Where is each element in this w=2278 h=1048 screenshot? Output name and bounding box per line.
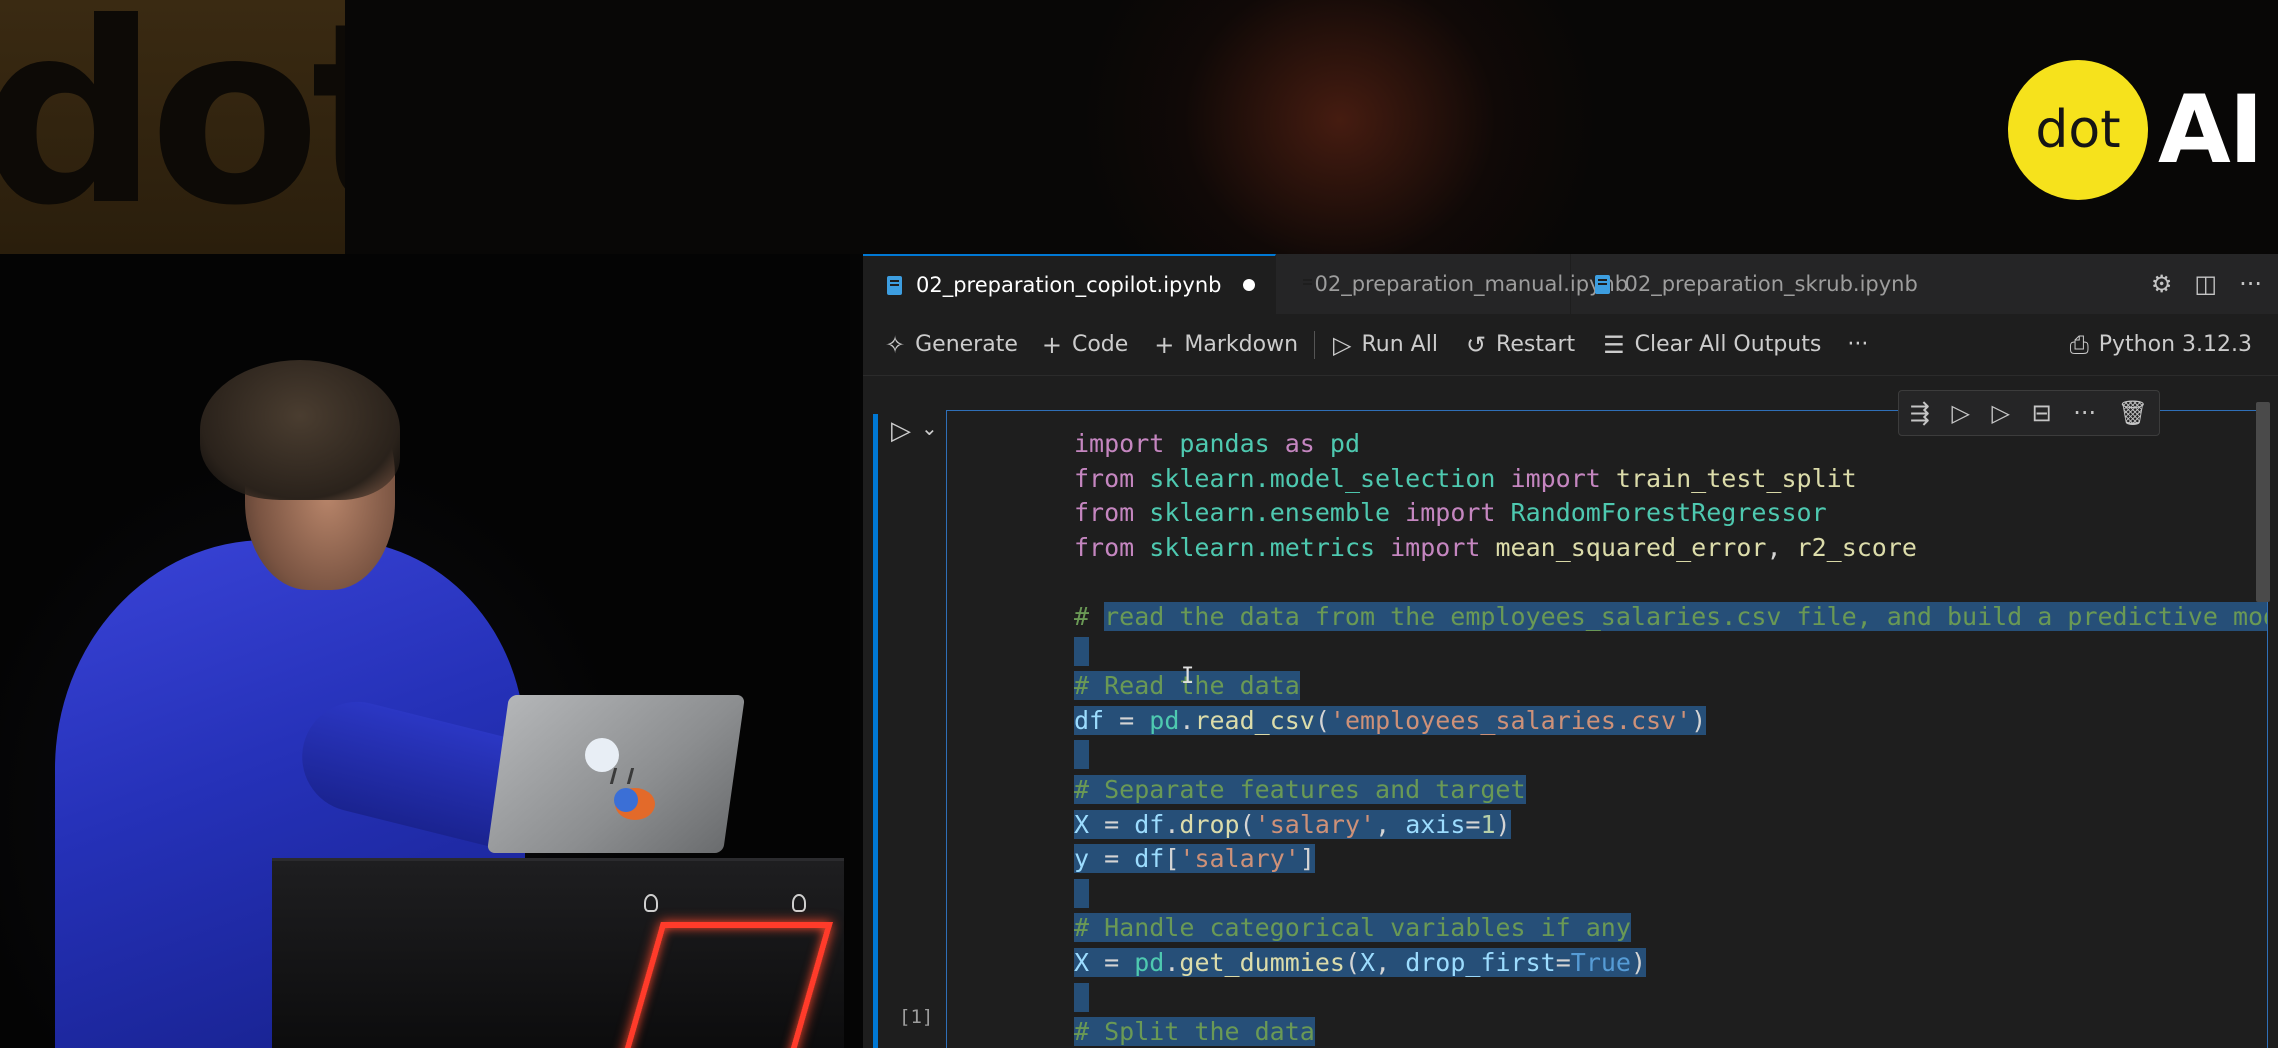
- kernel-label: Python 3.12.3: [2098, 332, 2252, 357]
- editor-scrollbar[interactable]: [2256, 402, 2270, 602]
- code-line: # Read the data: [1074, 671, 1300, 701]
- restart-icon: ↺: [1465, 330, 1487, 359]
- laptop-sticker: [585, 738, 619, 772]
- sparkle-icon: ✧: [885, 330, 906, 359]
- code-line: from sklearn.metrics import mean_squared…: [1074, 532, 1917, 562]
- tab-label: 02_preparation_skrub.ipynb: [1624, 272, 1918, 296]
- code-line: # read the data from the employees_salar…: [947, 600, 2267, 635]
- tab-label: 02_preparation_copilot.ipynb: [916, 273, 1222, 297]
- generate-label: Generate: [915, 332, 1018, 357]
- unsaved-dot-icon[interactable]: [1243, 279, 1256, 291]
- run-above-icon[interactable]: ▷: [1951, 399, 1969, 427]
- execute-above-icon[interactable]: ⇶: [1910, 399, 1930, 427]
- cell-more-icon[interactable]: ···: [2073, 399, 2096, 427]
- cell-focus-bar: [873, 414, 878, 1048]
- gear-icon[interactable]: ⚙: [2151, 270, 2173, 298]
- notebook-file-icon: [887, 275, 902, 295]
- code-line: # Separate features and target: [1074, 774, 1526, 804]
- clear-all-outputs-button[interactable]: ☰ Clear All Outputs: [1603, 314, 1821, 376]
- dot-ai-logo: dot AI: [2008, 60, 2264, 200]
- notebook-file-icon: [1595, 274, 1611, 294]
- kernel-picker[interactable]: ⎙ Python 3.12.3: [2070, 314, 2278, 376]
- laptop-sticker: [614, 788, 638, 812]
- tab-02-preparation-manual[interactable]: 02_preparation_manual.ipynb: [1276, 254, 1628, 314]
- code-line: from sklearn.ensemble import RandomFores…: [1074, 498, 1827, 528]
- restart-label: Restart: [1496, 332, 1576, 357]
- run-all-label: Run All: [1361, 332, 1438, 357]
- code-editor[interactable]: import pandas as pd from sklearn.model_s…: [947, 427, 2267, 1048]
- code-line: [947, 635, 2267, 670]
- restart-button[interactable]: ↺ Restart: [1466, 314, 1575, 376]
- delete-cell-icon[interactable]: 🗑: [2118, 399, 2148, 427]
- laptop-logo: [609, 768, 635, 784]
- markdown-label: Markdown: [1184, 332, 1299, 357]
- code-line: [947, 877, 2267, 912]
- code-line: from sklearn.model_selection import trai…: [1074, 463, 1857, 493]
- editor-actions: ⚙ ◫ ···: [2151, 254, 2278, 314]
- code-line: X = df.drop('salary', axis=1): [1074, 809, 1511, 839]
- add-code-cell-button[interactable]: + Code: [1042, 314, 1128, 376]
- code-line: # Handle categorical variables if any: [1074, 913, 1631, 943]
- podium-pin: [792, 894, 806, 912]
- execution-count: [1]: [899, 1006, 934, 1028]
- logo-ai-text: AI: [2158, 75, 2264, 185]
- kernel-icon: ⎙: [2069, 330, 2089, 359]
- toolbar-divider: [1314, 330, 1316, 359]
- generate-button[interactable]: ✧ Generate: [885, 314, 1018, 376]
- notebook-toolbar: ✧ Generate + Code + Markdown ▷ Run All ↺…: [863, 314, 2278, 376]
- chevron-down-icon[interactable]: ⌄: [921, 416, 938, 440]
- banner-text: dot: [0, 0, 345, 254]
- clear-outputs-label: Clear All Outputs: [1634, 332, 1822, 357]
- speaker-hair: [200, 360, 400, 500]
- add-markdown-cell-button[interactable]: + Markdown: [1154, 314, 1298, 376]
- cell-toolbar: ⇶ ▷ ▷ ⊟ ··· 🗑: [1898, 390, 2160, 436]
- tab-02-preparation-skrub[interactable]: 02_preparation_skrub.ipynb: [1571, 254, 1937, 314]
- text-cursor-icon: I: [1181, 664, 1195, 689]
- clear-outputs-icon: ☰: [1603, 330, 1625, 359]
- podium-pin: [644, 894, 658, 912]
- plus-icon: +: [1041, 330, 1062, 359]
- plus-icon: +: [1154, 330, 1175, 359]
- more-actions-icon[interactable]: ···: [2239, 270, 2262, 298]
- code-line: [947, 738, 2267, 773]
- run-all-button[interactable]: ▷ Run All: [1333, 314, 1438, 376]
- run-all-icon: ▷: [1333, 330, 1352, 359]
- code-cell[interactable]: import pandas as pd from sklearn.model_s…: [946, 410, 2268, 1048]
- toolbar-more-button[interactable]: ···: [1847, 314, 1868, 376]
- logo-circle: dot: [2008, 60, 2148, 200]
- code-line: X = pd.get_dummies(X, drop_first=True): [1074, 947, 1647, 977]
- code-line: # Split the data: [1074, 1017, 1315, 1047]
- editor-tab-bar: 02_preparation_copilot.ipynb 02_preparat…: [863, 254, 2278, 314]
- run-cell-icon[interactable]: ▷: [891, 416, 911, 446]
- stage-banner: dot: [0, 0, 345, 254]
- more-icon: ···: [1847, 332, 1869, 357]
- code-line: df = pd.read_csv('employees_salaries.csv…: [1074, 705, 1707, 735]
- code-line: [947, 981, 2267, 1016]
- split-cell-icon[interactable]: ⊟: [2032, 399, 2052, 427]
- split-editor-icon[interactable]: ◫: [2194, 270, 2217, 298]
- run-below-icon[interactable]: ▷: [1992, 399, 2010, 427]
- notebook-editor: 02_preparation_copilot.ipynb 02_preparat…: [863, 254, 2278, 1048]
- code-label: Code: [1071, 332, 1129, 357]
- code-line: y = df['salary']: [1074, 844, 1315, 874]
- tab-02-preparation-copilot[interactable]: 02_preparation_copilot.ipynb: [863, 254, 1277, 314]
